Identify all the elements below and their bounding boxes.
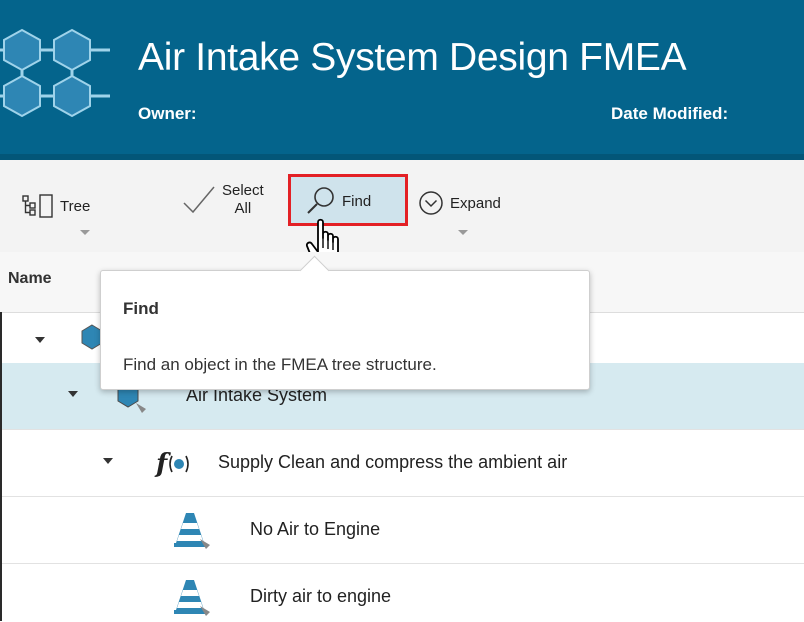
failure-cone-icon bbox=[174, 513, 210, 549]
tree-row-label: No Air to Engine bbox=[250, 519, 381, 539]
expand-label: Expand bbox=[450, 194, 501, 212]
svg-text:f: f bbox=[154, 449, 171, 479]
tree-button[interactable]: Tree bbox=[22, 194, 90, 218]
checkmark-icon bbox=[183, 186, 215, 214]
date-modified-label: Date Modified: bbox=[611, 104, 729, 123]
name-column-header[interactable]: Name bbox=[8, 270, 52, 288]
owner-label: Owner: bbox=[138, 104, 197, 123]
expand-dropdown-caret[interactable] bbox=[458, 230, 468, 235]
chevron-circle-icon bbox=[419, 191, 443, 215]
tree-icon bbox=[22, 194, 53, 218]
find-label: Find bbox=[342, 192, 372, 210]
select-all-button[interactable]: Select All bbox=[182, 182, 264, 218]
find-tooltip: Find Find an object in the FMEA tree str… bbox=[100, 255, 590, 390]
function-icon: f bbox=[154, 449, 189, 479]
tree-row[interactable]: f Supply Clean and compress the ambient … bbox=[0, 430, 804, 497]
magnifier-icon bbox=[307, 187, 334, 214]
select-all-label-line1: Select bbox=[222, 182, 264, 199]
expand-button[interactable]: Expand bbox=[418, 190, 501, 216]
tree-row[interactable]: No Air to Engine bbox=[0, 497, 804, 564]
failure-cone-icon bbox=[174, 580, 210, 616]
tree-label: Tree bbox=[60, 197, 91, 215]
tooltip-description: Find an object in the FMEA tree structur… bbox=[123, 355, 437, 374]
left-border bbox=[0, 312, 2, 621]
page-title: Air Intake System Design FMEA bbox=[138, 36, 687, 79]
find-button[interactable]: Find bbox=[306, 186, 371, 216]
tree-row[interactable]: Dirty air to engine bbox=[0, 564, 804, 622]
collapse-caret[interactable] bbox=[103, 458, 113, 464]
tree-row-label: Supply Clean and compress the ambient ai… bbox=[218, 452, 568, 472]
collapse-caret[interactable] bbox=[68, 391, 78, 397]
tree-row-label: Dirty air to engine bbox=[250, 586, 392, 606]
app-header: Air Intake System Design FMEA Owner: Dat… bbox=[0, 0, 804, 160]
collapse-caret[interactable] bbox=[35, 337, 45, 343]
tooltip-title: Find bbox=[123, 299, 159, 318]
select-all-label-line2: All bbox=[234, 200, 252, 217]
hexagon-network-logo bbox=[0, 28, 110, 118]
tree-dropdown-caret[interactable] bbox=[80, 230, 90, 235]
